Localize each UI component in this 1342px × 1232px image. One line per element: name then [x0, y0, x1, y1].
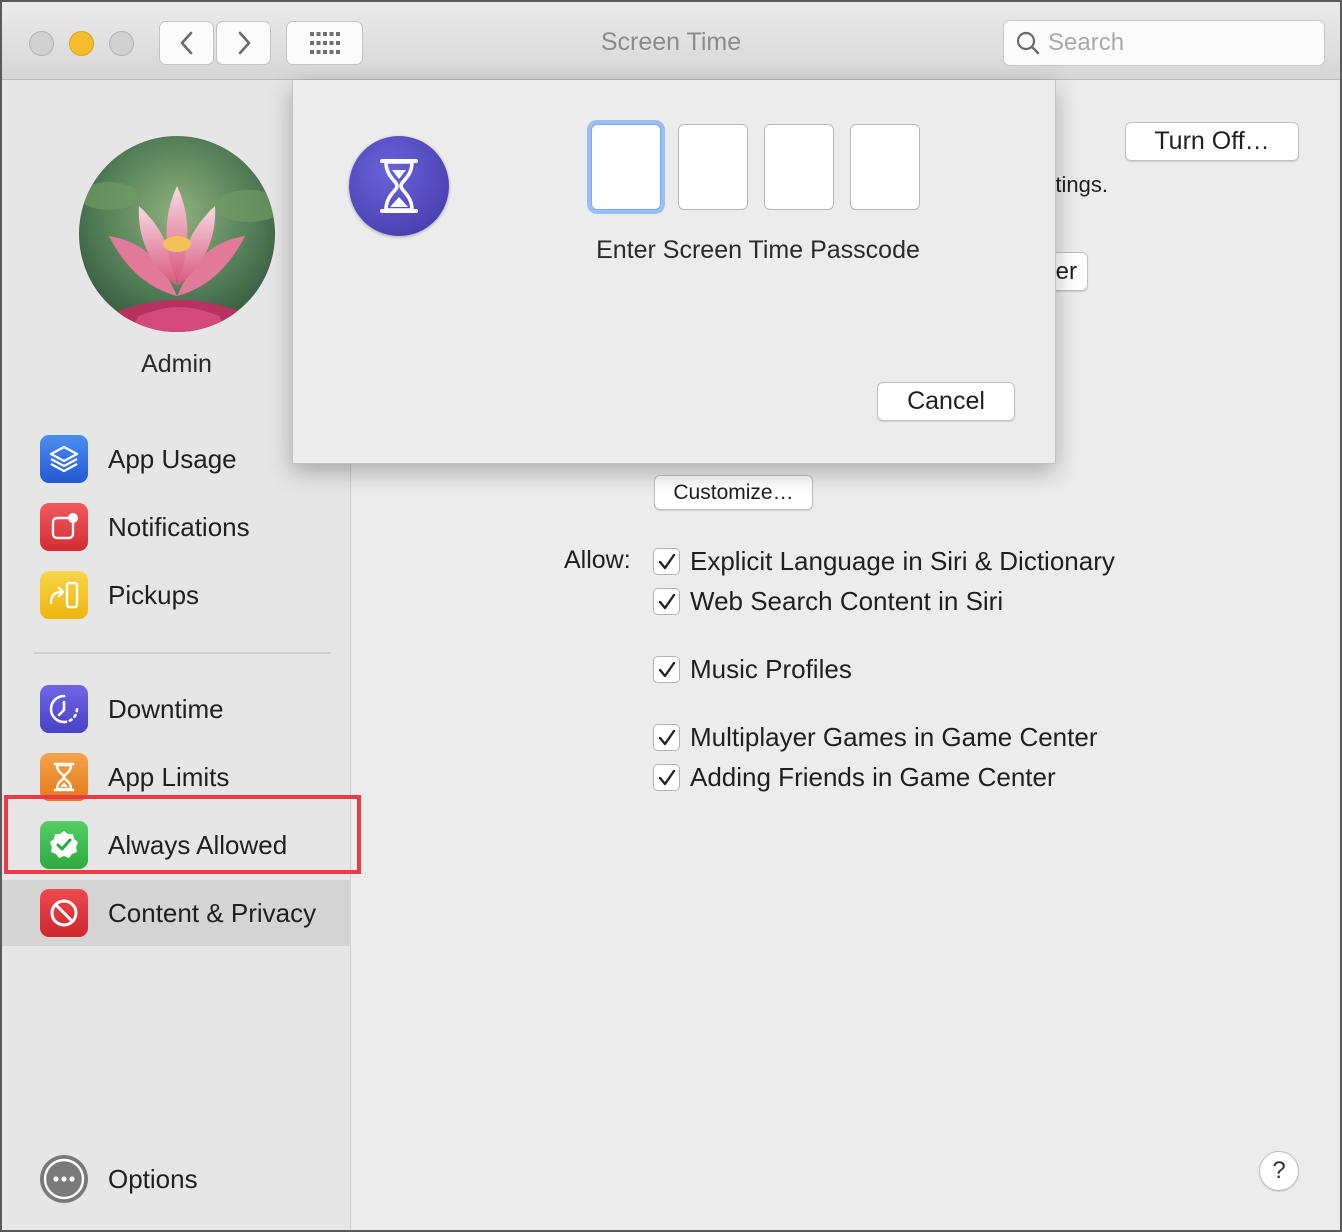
checkmark-icon — [658, 769, 675, 785]
sidebar-item-label: App Limits — [108, 761, 230, 792]
sidebar-item-label: App Usage — [108, 443, 237, 474]
help-button[interactable]: ? — [1259, 1151, 1299, 1191]
checkbox-music-profiles[interactable]: Music Profiles — [653, 654, 852, 685]
passcode-digit-4[interactable] — [850, 124, 920, 210]
sidebar-item-label: Content & Privacy — [108, 897, 317, 928]
title-bar: Screen Time — [2, 2, 1340, 80]
avatar[interactable] — [79, 136, 275, 332]
sidebar-item-downtime[interactable]: Downtime — [2, 676, 351, 742]
turn-off-button[interactable]: Turn Off… — [1125, 122, 1299, 161]
checkbox-label: Multiplayer Games in Game Center — [690, 722, 1098, 752]
passcode-prompt: Enter Screen Time Passcode — [596, 236, 920, 264]
checkbox[interactable] — [653, 548, 680, 575]
search-field[interactable] — [1003, 20, 1325, 66]
checkbox[interactable] — [653, 656, 680, 683]
pickups-icon — [40, 571, 88, 619]
search-icon — [1016, 31, 1040, 55]
checkbox-label: Explicit Language in Siri & Dictionary — [690, 546, 1115, 576]
checkbox-web-search-content[interactable]: Web Search Content in Siri — [653, 586, 1003, 617]
checkbox[interactable] — [653, 588, 680, 615]
checkmark-icon — [658, 661, 675, 677]
checkbox-explicit-language[interactable]: Explicit Language in Siri & Dictionary — [653, 546, 1115, 577]
passcode-sheet: Enter Screen Time Passcode Cancel — [292, 80, 1056, 464]
checkbox-multiplayer-games[interactable]: Multiplayer Games in Game Center — [653, 722, 1097, 753]
checkbox[interactable] — [653, 724, 680, 751]
sidebar-item-content-privacy[interactable]: Content & Privacy — [2, 880, 351, 946]
screen-time-hourglass-icon — [349, 136, 449, 236]
app-limits-icon — [40, 753, 88, 801]
passcode-digit-1[interactable] — [591, 124, 661, 210]
content-privacy-icon — [40, 889, 88, 937]
options-button[interactable]: Options — [2, 1146, 351, 1212]
app-usage-icon — [40, 435, 88, 483]
checkmark-icon — [658, 553, 675, 569]
passcode-digit-2[interactable] — [678, 124, 748, 210]
lotus-flower-image — [79, 136, 275, 332]
ellipsis-icon — [40, 1155, 88, 1203]
sidebar-item-label: Downtime — [108, 693, 224, 724]
customize-button[interactable]: Customize… — [654, 475, 813, 510]
search-input[interactable] — [1048, 29, 1308, 57]
checkmark-icon — [658, 729, 675, 745]
screen-time-window: Screen Time Search Admin App Usage Notif… — [0, 0, 1342, 1232]
checkmark-icon — [658, 593, 675, 609]
selection-highlight-box — [4, 795, 361, 874]
allow-label: Allow: — [564, 546, 631, 574]
cancel-button[interactable]: Cancel — [877, 382, 1015, 421]
sidebar-item-label: Pickups — [108, 579, 200, 610]
checkbox-label: Web Search Content in Siri — [690, 586, 1004, 616]
options-label: Options — [108, 1163, 198, 1194]
passcode-digit-3[interactable] — [764, 124, 834, 210]
sidebar-item-notifications[interactable]: Notifications — [2, 494, 351, 560]
notifications-icon — [40, 503, 88, 551]
checkbox-adding-friends[interactable]: Adding Friends in Game Center — [653, 762, 1056, 793]
checkbox-label: Music Profiles — [690, 654, 852, 684]
checkbox-label: Adding Friends in Game Center — [690, 762, 1056, 792]
sidebar-item-pickups[interactable]: Pickups — [2, 562, 351, 628]
sidebar-item-label: Notifications — [108, 511, 250, 542]
downtime-icon — [40, 685, 88, 733]
sidebar-divider — [34, 652, 331, 654]
checkbox[interactable] — [653, 764, 680, 791]
